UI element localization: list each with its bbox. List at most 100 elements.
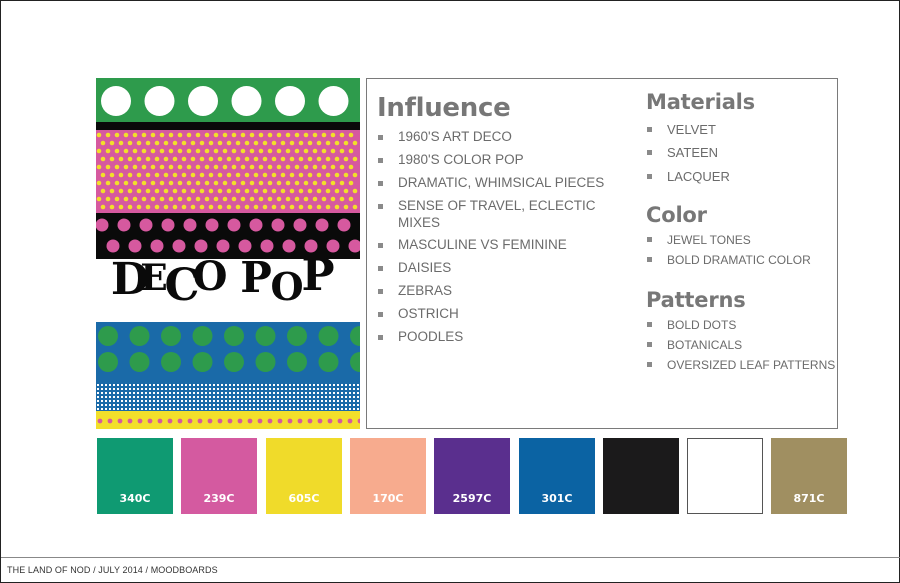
yellow-dot <box>177 148 183 154</box>
green-dot <box>129 352 150 372</box>
grid-dot <box>149 388 151 390</box>
yellow-dot <box>316 156 322 162</box>
yellow-dot <box>96 132 102 138</box>
grid-dot <box>197 388 199 390</box>
yellow-dot <box>352 156 358 162</box>
yellow-dot <box>343 204 349 210</box>
grid-dot <box>305 408 307 410</box>
yellow-dot <box>316 140 322 146</box>
yellow-dot <box>253 204 259 210</box>
yellow-dot <box>114 132 120 138</box>
yellow-dot <box>339 132 345 138</box>
deco-pop-artwork: DECOPOP <box>96 78 360 429</box>
yellow-dot <box>208 188 214 194</box>
yellow-dot <box>280 156 286 162</box>
grid-dot <box>137 392 139 394</box>
yellow-dot <box>343 172 349 178</box>
pattern-item: BOLD DOTS <box>646 318 836 333</box>
pink-small-dot <box>337 418 343 424</box>
grid-dot <box>197 384 199 386</box>
yellow-dot <box>136 140 142 146</box>
grid-dot <box>173 404 175 406</box>
grid-dot <box>109 396 111 398</box>
yellow-dot <box>190 140 196 146</box>
yellow-dot <box>231 180 237 186</box>
grid-dot <box>261 404 263 406</box>
grid-dot <box>193 404 195 406</box>
yellow-dot <box>217 204 223 210</box>
grid-dot <box>353 408 355 410</box>
grid-dot <box>189 384 191 386</box>
patterns-heading: Patterns <box>646 287 746 312</box>
grid-dot <box>341 396 343 398</box>
yellow-dot <box>316 204 322 210</box>
grid-dot <box>317 408 319 410</box>
grid-dot <box>253 408 255 410</box>
grid-dot <box>173 388 175 390</box>
yellow-dot <box>280 172 286 178</box>
grid-dot <box>357 384 359 386</box>
yellow-dot <box>105 132 111 138</box>
yellow-dot <box>330 164 336 170</box>
yellow-dot <box>181 188 187 194</box>
yellow-dot <box>226 140 232 146</box>
pink-small-dot <box>227 418 233 424</box>
yellow-dot <box>294 148 300 154</box>
yellow-dot <box>141 148 147 154</box>
grid-dot <box>101 388 103 390</box>
yellow-dot <box>213 132 219 138</box>
yellow-dot <box>181 140 187 146</box>
grid-dot <box>353 404 355 406</box>
color-heading: Color <box>646 202 707 227</box>
grid-dot <box>349 396 351 398</box>
grid-dot <box>229 396 231 398</box>
grid-dot <box>177 388 179 390</box>
white-dot <box>318 86 349 116</box>
grid-dot <box>233 384 235 386</box>
grid-dot <box>273 400 275 402</box>
yellow-dot <box>271 188 277 194</box>
grid-dot <box>261 400 263 402</box>
grid-dot <box>273 404 275 406</box>
grid-dot <box>117 396 119 398</box>
yellow-dot <box>172 172 178 178</box>
grid-dot <box>269 396 271 398</box>
grid-dot <box>109 400 111 402</box>
grid-dot <box>301 400 303 402</box>
pink-dot <box>315 218 329 232</box>
yellow-dot <box>208 140 214 146</box>
yellow-dot <box>298 188 304 194</box>
grid-dot <box>145 404 147 406</box>
grid-dot <box>129 400 131 402</box>
yellow-dot <box>154 172 160 178</box>
details-column: Materials VELVET SATEEN LACQUER Color JEWE… <box>646 79 836 378</box>
grid-dot <box>217 404 219 406</box>
influence-item: 1980'S COLOR POP <box>377 152 632 169</box>
yellow-dot <box>240 148 246 154</box>
yellow-dot <box>172 156 178 162</box>
yellow-dot <box>159 196 165 202</box>
grid-dot <box>341 384 343 386</box>
grid-dot <box>257 396 259 398</box>
yellow-dot <box>339 180 345 186</box>
yellow-dot <box>118 156 124 162</box>
grid-dot <box>153 384 155 386</box>
yellow-dot <box>132 196 138 202</box>
color-item: BOLD DRAMATIC COLOR <box>646 253 836 268</box>
white-dot <box>144 86 175 116</box>
grid-dot <box>181 400 183 402</box>
yellow-dot <box>96 148 102 154</box>
green-dot <box>224 326 244 346</box>
yellow-dot <box>339 196 345 202</box>
grid-dot <box>245 404 247 406</box>
grid-dot <box>229 400 231 402</box>
grid-dot <box>121 400 123 402</box>
yellow-dot <box>267 148 273 154</box>
yellow-dot <box>123 180 129 186</box>
grid-dot <box>317 400 319 402</box>
grid-dot <box>137 396 139 398</box>
grid-dot <box>321 388 323 390</box>
grid-dot <box>109 408 111 410</box>
grid-dot <box>209 392 211 394</box>
yellow-dot <box>118 188 124 194</box>
